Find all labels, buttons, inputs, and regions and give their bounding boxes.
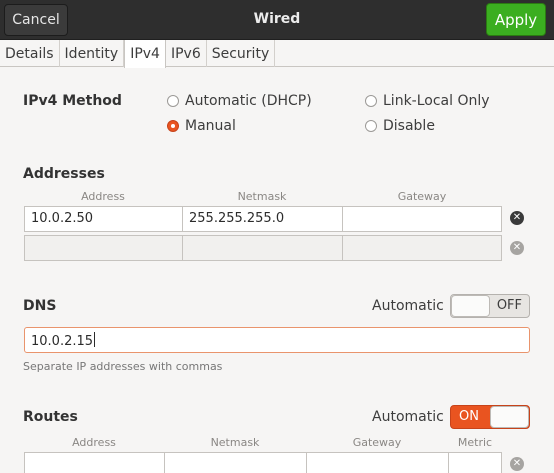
routes-label: Routes [23, 409, 78, 425]
column-header-gateway: Gateway [397, 190, 447, 203]
text-cursor [94, 332, 96, 347]
radio-link-local-only[interactable]: Link-Local Only [365, 93, 490, 109]
address-field[interactable]: 10.0.2.50 [24, 206, 183, 232]
column-header-address: Address [72, 436, 116, 449]
close-icon: ✕ [512, 242, 522, 253]
switch-knob [490, 406, 529, 428]
radio-label: Link-Local Only [383, 93, 490, 109]
tab-ipv6[interactable]: IPv6 [166, 40, 207, 67]
dns-label: DNS [23, 298, 57, 314]
gateway-field[interactable] [342, 206, 502, 232]
radio-label: Disable [383, 118, 435, 134]
column-header-netmask: Netmask [237, 190, 287, 203]
dns-value: 10.0.2.15 [31, 334, 94, 349]
column-header-netmask: Netmask [210, 436, 260, 449]
delete-route-button[interactable]: ✕ [510, 457, 524, 471]
addresses-label: Addresses [23, 166, 105, 182]
radio-indicator [365, 120, 377, 132]
radio-indicator-selected [167, 120, 179, 132]
delete-address-button[interactable]: ✕ [510, 211, 524, 225]
netmask-field[interactable]: 255.255.255.0 [182, 206, 343, 232]
apply-button[interactable]: Apply [486, 3, 546, 36]
routes-automatic-label: Automatic [372, 409, 444, 425]
close-icon: ✕ [512, 458, 522, 469]
route-metric-field[interactable] [448, 452, 502, 473]
switch-state-text: ON [459, 409, 479, 424]
tab-security[interactable]: Security [207, 40, 276, 67]
close-icon: ✕ [512, 212, 522, 223]
radio-disable[interactable]: Disable [365, 118, 435, 134]
delete-address-button[interactable]: ✕ [510, 241, 524, 255]
radio-label: Automatic (DHCP) [185, 93, 312, 109]
switch-knob [451, 295, 490, 317]
dns-automatic-switch[interactable]: OFF [450, 294, 530, 318]
column-header-metric: Metric [457, 436, 493, 449]
dns-hint: Separate IP addresses with commas [23, 360, 223, 373]
radio-automatic-dhcp[interactable]: Automatic (DHCP) [167, 93, 312, 109]
route-netmask-field[interactable] [164, 452, 307, 473]
column-header-address: Address [81, 190, 125, 203]
routes-automatic-switch[interactable]: ON [450, 405, 530, 429]
radio-indicator [167, 95, 179, 107]
route-gateway-field[interactable] [306, 452, 449, 473]
tab-details[interactable]: Details [0, 40, 60, 67]
ipv4-method-label: IPv4 Method [23, 93, 122, 109]
radio-indicator [365, 95, 377, 107]
radio-manual[interactable]: Manual [167, 118, 236, 134]
window-title: Wired [253, 11, 301, 27]
radio-label: Manual [185, 118, 236, 134]
tab-bar: Details Identity IPv4 IPv6 Security [0, 40, 554, 68]
column-header-gateway: Gateway [352, 436, 402, 449]
dns-automatic-label: Automatic [372, 298, 444, 314]
netmask-field[interactable] [182, 235, 343, 261]
route-address-field[interactable] [24, 452, 165, 473]
dns-input[interactable]: 10.0.2.15 [24, 327, 530, 353]
gateway-field[interactable] [342, 235, 502, 261]
address-field[interactable] [24, 235, 183, 261]
header-bar: Cancel Wired Apply [0, 0, 554, 40]
tab-identity[interactable]: Identity [60, 40, 125, 67]
tab-ipv4[interactable]: IPv4 [124, 40, 166, 68]
switch-state-text: OFF [496, 298, 522, 313]
